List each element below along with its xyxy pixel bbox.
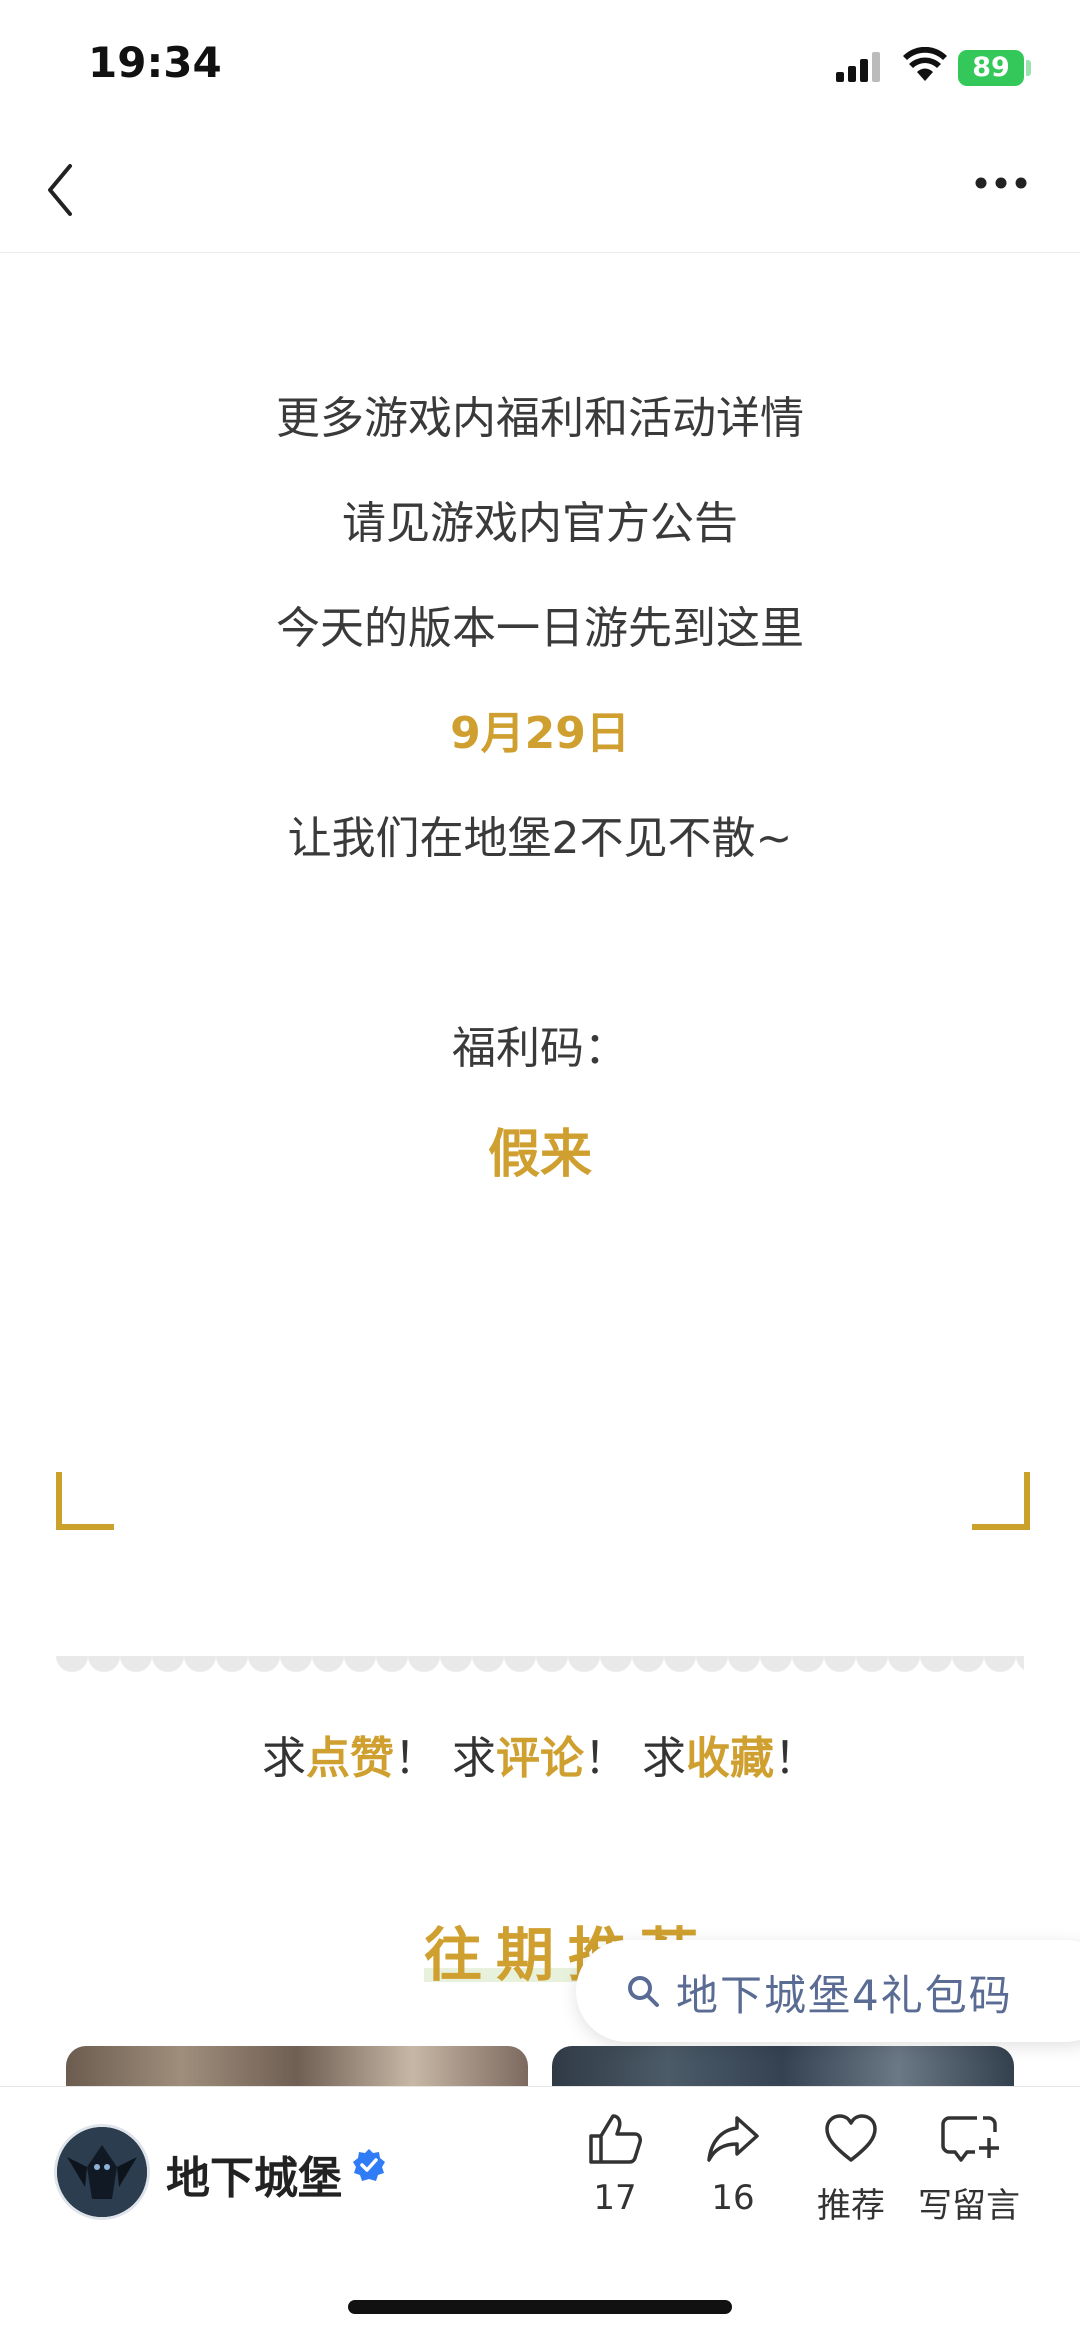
battery-icon: 89 xyxy=(958,50,1024,86)
article-line-3: 今天的版本一日游先到这里 xyxy=(276,603,804,654)
like-button[interactable]: 17 xyxy=(560,2112,670,2218)
cellular-signal-icon xyxy=(836,52,880,82)
cta-comment: 评论 xyxy=(496,1733,584,1784)
recommend-thumbnail-2[interactable] xyxy=(552,2046,1014,2086)
search-suggestion-text[interactable]: 地下城堡4礼包码 xyxy=(676,1962,1013,2023)
cta-text: ！ 求 xyxy=(394,1733,496,1784)
recommend-thumbnail-1[interactable] xyxy=(66,2046,528,2086)
share-count: 16 xyxy=(711,2178,755,2218)
thumbs-up-icon xyxy=(589,2114,642,2164)
event-date: 9月29日 xyxy=(450,708,630,759)
status-time: 19:34 xyxy=(88,38,222,87)
cta-text: 求 xyxy=(262,1733,306,1784)
frame-corner-left xyxy=(56,1472,114,1530)
recommend-button[interactable]: 推荐 xyxy=(796,2112,906,2227)
verified-badge-icon xyxy=(353,2149,385,2181)
share-button[interactable]: 16 xyxy=(678,2112,788,2218)
account-name[interactable]: 地下城堡 xyxy=(166,2142,342,2206)
battery-level: 89 xyxy=(972,52,1010,83)
code-label: 福利码： xyxy=(452,1023,628,1074)
wifi-icon xyxy=(903,47,947,81)
more-options-icon[interactable] xyxy=(974,176,1028,190)
cta-text: ！ 求 xyxy=(584,1733,686,1784)
cta-text: ！ xyxy=(774,1733,818,1784)
nav-divider xyxy=(0,252,1080,253)
cta-like: 点赞 xyxy=(306,1733,394,1784)
heart-icon xyxy=(825,2114,877,2162)
share-arrow-icon xyxy=(707,2116,759,2162)
search-icon xyxy=(628,1976,659,2007)
scallop-divider xyxy=(56,1652,1024,1680)
write-comment-label: 写留言 xyxy=(918,2186,1020,2226)
recommend-label: 推荐 xyxy=(817,2186,885,2226)
home-indicator xyxy=(348,2300,732,2314)
like-count: 17 xyxy=(593,2178,637,2218)
article-line-1: 更多游戏内福利和活动详情 xyxy=(276,393,804,444)
comment-add-icon xyxy=(941,2116,999,2162)
battery-cap xyxy=(1026,60,1031,76)
back-arrow-icon[interactable] xyxy=(44,162,76,218)
account-logo-icon xyxy=(57,2127,147,2217)
frame-corner-right xyxy=(972,1472,1030,1530)
write-comment-button[interactable]: 写留言 xyxy=(914,2112,1024,2227)
call-to-action: 求点赞！ 求评论！ 求收藏！ xyxy=(0,1722,1080,1786)
article-line-5: 让我们在地堡2不见不散~ xyxy=(287,813,793,864)
article-line-2: 请见游戏内官方公告 xyxy=(342,498,738,549)
code-value: 假来 xyxy=(487,1125,592,1185)
account-avatar[interactable] xyxy=(54,2124,150,2220)
cta-favorite: 收藏 xyxy=(686,1733,774,1784)
